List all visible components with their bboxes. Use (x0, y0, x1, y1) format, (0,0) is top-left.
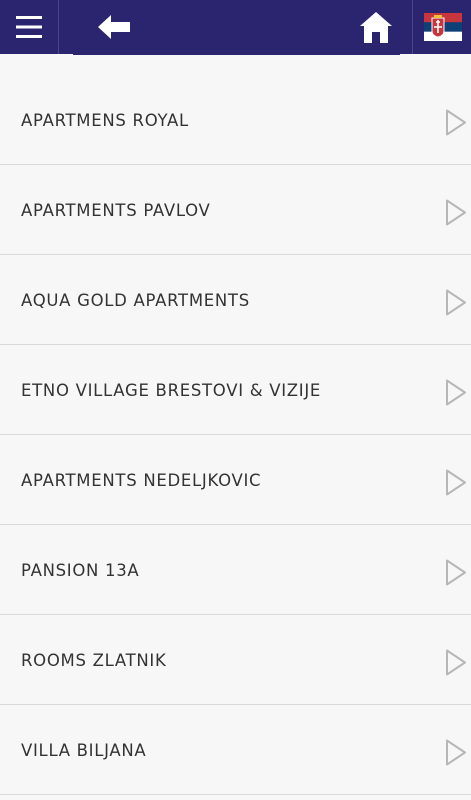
arrow-left-icon (98, 15, 130, 39)
list-item[interactable]: PANSION 13A (0, 525, 471, 615)
chevron-right-icon (446, 199, 466, 226)
top-app-bar (0, 0, 471, 54)
chevron-right-icon (446, 109, 466, 136)
chevron-right-icon (446, 559, 466, 586)
chevron-right-icon (446, 379, 466, 406)
list-item[interactable]: APARTMENS ROYAL (0, 75, 471, 165)
hamburger-menu-icon (16, 16, 42, 38)
accommodation-list: APARTMENS ROYAL APARTMENTS PAVLOV AQUA G… (0, 75, 471, 795)
list-item[interactable]: APARTMENTS NEDELJKOVIC (0, 435, 471, 525)
list-item[interactable]: APARTMENTS PAVLOV (0, 165, 471, 255)
list-item-label: AQUA GOLD APARTMENTS (21, 291, 250, 310)
home-icon (360, 11, 392, 43)
list-item[interactable]: VILLA BILJANA (0, 705, 471, 795)
list-item[interactable]: ROOMS ZLATNIK (0, 615, 471, 705)
list-item[interactable]: AQUA GOLD APARTMENTS (0, 255, 471, 345)
top-bar-divider (412, 0, 413, 54)
list-item-label: ETNO VILLAGE BRESTOVI & VIZIJE (21, 381, 322, 400)
list-item-label: APARTMENTS NEDELJKOVIC (21, 471, 262, 490)
list-item-label: VILLA BILJANA (21, 741, 147, 760)
chevron-right-icon (446, 739, 466, 766)
list-item-label: APARTMENS ROYAL (21, 111, 189, 130)
list-item-label: APARTMENTS PAVLOV (21, 201, 211, 220)
header-underline (73, 54, 400, 55)
language-button[interactable] (414, 0, 471, 54)
chevron-right-icon (446, 649, 466, 676)
chevron-right-icon (446, 289, 466, 316)
app-screen: APARTMENS ROYAL APARTMENTS PAVLOV AQUA G… (0, 0, 471, 800)
list-item[interactable]: ETNO VILLAGE BRESTOVI & VIZIJE (0, 345, 471, 435)
back-button[interactable] (88, 0, 140, 54)
menu-button[interactable] (0, 0, 58, 54)
list-item-label: ROOMS ZLATNIK (21, 651, 167, 670)
top-bar-divider (58, 0, 59, 54)
chevron-right-icon (446, 469, 466, 496)
serbia-flag-icon (423, 13, 462, 41)
home-button[interactable] (352, 0, 400, 54)
list-item-label: PANSION 13A (21, 561, 140, 580)
